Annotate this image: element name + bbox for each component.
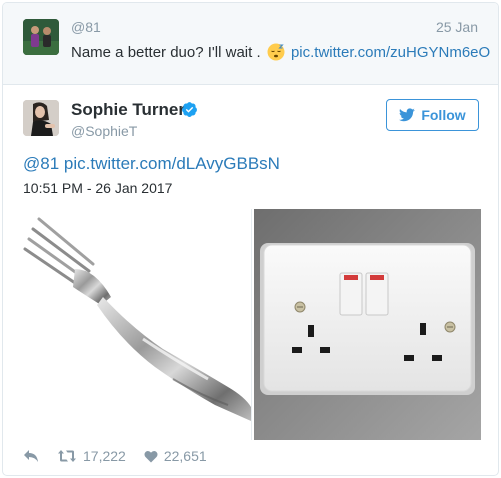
- parent-date[interactable]: 25 Jan: [436, 19, 478, 35]
- wall-socket-image: [260, 243, 475, 395]
- parent-tweet-text: Name a better duo? I'll wait . pic.twitt…: [71, 43, 490, 61]
- author-avatar[interactable]: [23, 100, 59, 136]
- parent-handle[interactable]: @81: [71, 19, 101, 35]
- reply-icon: [24, 450, 38, 462]
- twitter-bird-icon: [399, 108, 416, 122]
- like-count: 22,651: [163, 448, 207, 464]
- media-image-wall-socket[interactable]: [254, 209, 481, 440]
- parent-tweet[interactable]: @81 25 Jan Name a better duo? I'll wait …: [3, 3, 498, 85]
- retweet-action[interactable]: 17,222: [57, 448, 126, 464]
- follow-button[interactable]: Follow: [386, 99, 479, 131]
- tweet-timestamp[interactable]: 10:51 PM - 26 Jan 2017: [23, 180, 172, 196]
- tweet-media-link[interactable]: pic.twitter.com/dLAvyGBBsN: [64, 154, 280, 173]
- reply-action[interactable]: [23, 449, 39, 463]
- tweet-actions: 17,222 22,651: [23, 446, 225, 466]
- author-handle[interactable]: @SophieT: [71, 123, 137, 139]
- mention-link[interactable]: @81: [23, 154, 59, 173]
- parent-avatar[interactable]: [23, 19, 59, 55]
- heart-icon: [144, 450, 158, 462]
- retweet-count: 17,222: [83, 448, 126, 464]
- tweet-media[interactable]: [23, 209, 481, 440]
- tweet-text: @81 pic.twitter.com/dLAvyGBBsN: [23, 154, 280, 174]
- retweet-icon: [58, 450, 76, 462]
- parent-text-body: Name a better duo? I'll wait .: [71, 44, 261, 61]
- fork-image: [23, 217, 251, 421]
- sleepy-face-emoji-icon: [267, 43, 285, 61]
- verified-badge-icon: [182, 102, 197, 117]
- media-image-fork[interactable]: [23, 209, 252, 440]
- parent-tweet-link[interactable]: pic.twitter.com/zuHGYNm6eO: [291, 44, 490, 61]
- like-action[interactable]: 22,651: [144, 448, 207, 464]
- author-name[interactable]: Sophie Turner: [71, 100, 185, 120]
- follow-label: Follow: [421, 107, 466, 123]
- embedded-tweet-card: @81 25 Jan Name a better duo? I'll wait …: [2, 2, 499, 476]
